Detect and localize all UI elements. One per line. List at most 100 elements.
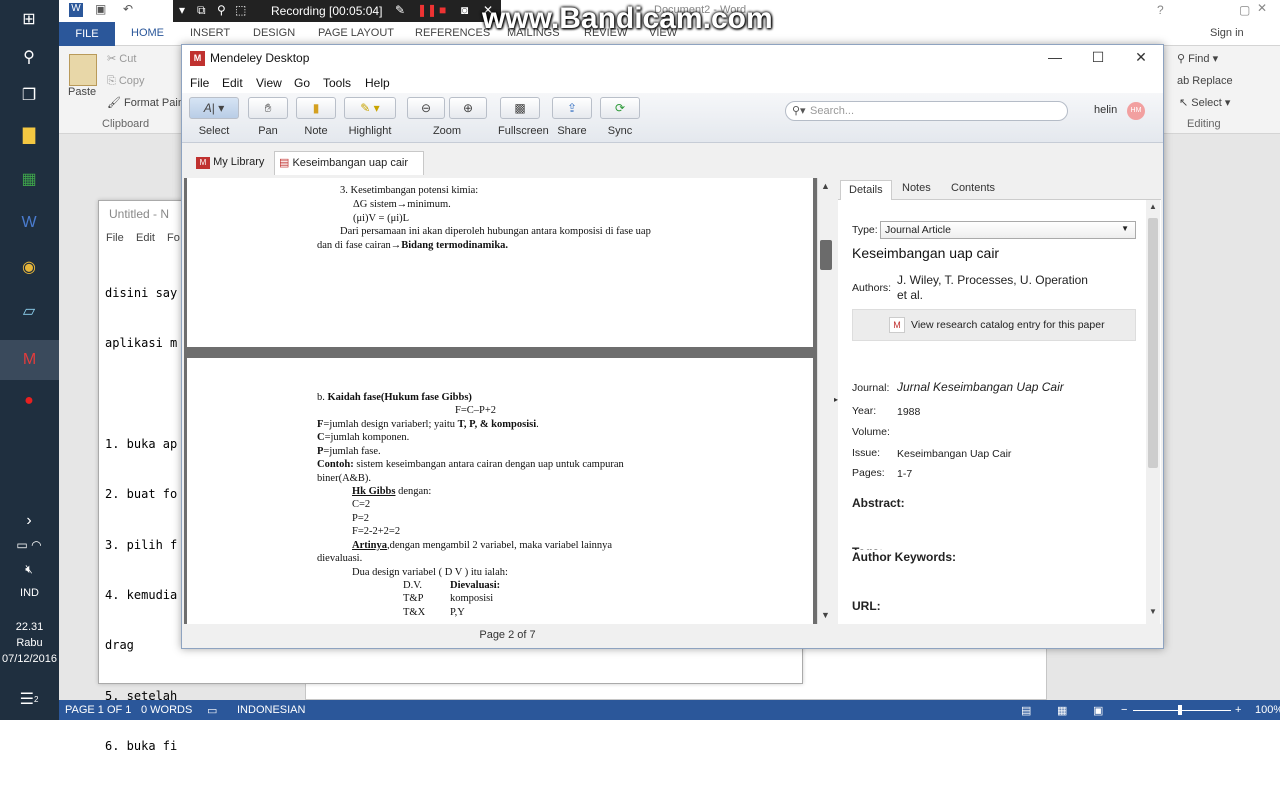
minimize-icon[interactable]: — [1040,49,1070,69]
page-count[interactable]: PAGE 1 OF 1 [65,704,131,716]
clock-date[interactable]: 07/12/2016 [0,652,59,667]
region-icon[interactable]: ⬚ [235,3,246,17]
language-status[interactable]: INDONESIAN [237,704,305,716]
search-input[interactable]: ⚲▾ Search... [785,101,1068,121]
zoom-slider[interactable] [1133,710,1231,711]
tab-notes[interactable]: Notes [902,182,931,194]
authors-value[interactable]: J. Wiley, T. Processes, U. Operation et … [897,273,1088,303]
sign-in-link[interactable]: Sign in [1210,27,1244,39]
web-layout-icon[interactable]: ▣ [1093,704,1103,717]
details-scroll-thumb[interactable] [1148,218,1158,468]
note-tool[interactable]: ▮ Note [296,97,336,137]
tab-my-library[interactable]: M My Library [192,151,264,175]
tab-insert[interactable]: INSERT [190,27,230,39]
select-tool[interactable]: A| ▾ Select [189,97,239,137]
replace-button[interactable]: ab Replace [1177,75,1233,87]
tab-file[interactable]: FILE [59,22,115,46]
catalog-entry-button[interactable]: M View research catalog entry for this p… [852,309,1136,341]
pdf-scrollbar[interactable]: ▲ ▼ [817,178,833,624]
task-view-icon[interactable]: ❐ [14,80,44,110]
pdf-viewer[interactable]: 3. Kesetimbangan potensi kimia: ΔG siste… [184,178,817,624]
share-icon[interactable]: ⇪ [552,97,592,119]
stop-icon[interactable]: ■ [439,3,446,17]
read-mode-icon[interactable]: ▤ [1021,704,1031,717]
close-icon[interactable]: ✕ [1257,1,1267,15]
sync-icon[interactable]: ⟳ [600,97,640,119]
menu-tools[interactable]: Tools [323,76,351,90]
pencil-icon[interactable]: ✎ [395,3,405,17]
close-icon[interactable]: ✕ [1126,49,1156,69]
tab-details[interactable]: Details [840,180,892,200]
notepad-menu-edit[interactable]: Edit [136,232,155,244]
clock-time[interactable]: 22.31 [0,620,59,635]
zoom-slider-thumb[interactable] [1178,705,1182,715]
tab-keseimbangan[interactable]: ▤ Keseimbangan uap cair ✕ [274,151,424,192]
cut-button[interactable]: ✂ Cut [107,52,136,65]
menu-edit[interactable]: Edit [222,76,243,90]
details-scrollbar[interactable]: ▲ [1146,200,1160,624]
pan-tool[interactable]: ✋︎ Pan [248,97,288,137]
pdf-scroll-thumb[interactable] [820,240,832,270]
minimize-icon[interactable]: ▢ [1239,3,1250,17]
print-layout-icon[interactable]: ▦ [1057,704,1067,717]
avatar[interactable]: HM [1127,102,1145,120]
paste-button[interactable]: Paste [68,86,96,98]
help-icon[interactable]: ? [1157,3,1164,17]
proofing-icon[interactable]: ▭ [207,704,217,717]
tab-contents[interactable]: Contents [951,182,995,194]
excel-icon[interactable]: ▦ [14,164,44,194]
sticky-note-icon[interactable]: ▮ [296,97,336,119]
user-name[interactable]: helin [1094,104,1117,116]
highlight-tool[interactable]: ✎ ▾ Highlight [344,97,396,137]
notepad-menu-format[interactable]: Fo [167,232,180,244]
zoom-in-icon[interactable]: + [1235,704,1241,716]
scroll-up-icon[interactable]: ▲ [821,181,830,191]
copy-button[interactable]: ⎘ Copy [107,75,145,88]
notification-icon[interactable]: ☰ 2 [14,684,44,714]
scroll-down-icon[interactable]: ▼ [1149,607,1157,616]
undo-icon[interactable]: ↶ [123,2,133,16]
find-button[interactable]: ⚲ Find ▾ [1177,52,1218,65]
volume-value[interactable] [897,426,1097,439]
scroll-down-icon[interactable]: ▼ [821,610,830,620]
issue-value[interactable]: Keseimbangan Uap Cair [897,448,1011,460]
camera-icon[interactable]: ◙ [461,3,468,17]
scroll-up-icon[interactable]: ▲ [1149,202,1157,211]
zoom-icon[interactable]: ⚲ [217,3,226,17]
word-count[interactable]: 0 WORDS [141,704,192,716]
year-value[interactable]: 1988 [897,406,920,418]
notepad-menu-file[interactable]: File [106,232,124,244]
select-button[interactable]: ↖ Select ▾ [1179,96,1230,109]
tab-design[interactable]: DESIGN [253,27,295,39]
zoom-in-icon[interactable]: ⊕ [449,97,487,119]
hand-icon[interactable]: ✋︎ [248,97,288,119]
zoom-out-icon[interactable]: ⊖ [407,97,445,119]
zoom-out-icon[interactable]: − [1121,704,1127,716]
menu-help[interactable]: Help [365,76,390,90]
pause-icon[interactable]: ❚❚ [417,3,437,17]
pages-value[interactable]: 1-7 [897,468,912,480]
clock-day[interactable]: Rabu [0,636,59,651]
menu-view[interactable]: View [256,76,282,90]
paste-icon[interactable] [69,54,97,86]
highlighter-icon[interactable]: ✎ ▾ [344,97,396,119]
text-select-icon[interactable]: A| ▾ [189,97,239,119]
bandicam-icon[interactable]: ● [14,386,44,416]
menu-go[interactable]: Go [294,76,310,90]
journal-value[interactable]: Jurnal Keseimbangan Uap Cair [897,380,1064,394]
search-icon[interactable]: ⚲ [14,42,44,72]
notepad-icon[interactable]: ▱ [14,296,44,326]
zoom-level[interactable]: 100% [1255,704,1280,716]
windows-start-icon[interactable]: ⊞ [14,4,44,34]
menu-file[interactable]: File [190,76,209,90]
window-mode-icon[interactable]: ⧉ [197,3,206,18]
fullscreen-icon[interactable]: ▩ [500,97,540,119]
mendeley-taskbar-icon[interactable]: M [0,340,59,380]
word-icon[interactable]: W [14,208,44,238]
chrome-icon[interactable]: ◉ [14,252,44,282]
type-select[interactable]: Journal Article ▼ [880,221,1136,239]
maximize-icon[interactable]: ☐ [1083,49,1113,69]
file-explorer-icon[interactable]: ▇ [14,120,44,150]
save-icon[interactable]: ▣ [95,2,106,16]
chevron-down-icon[interactable]: ▾ [179,3,185,17]
